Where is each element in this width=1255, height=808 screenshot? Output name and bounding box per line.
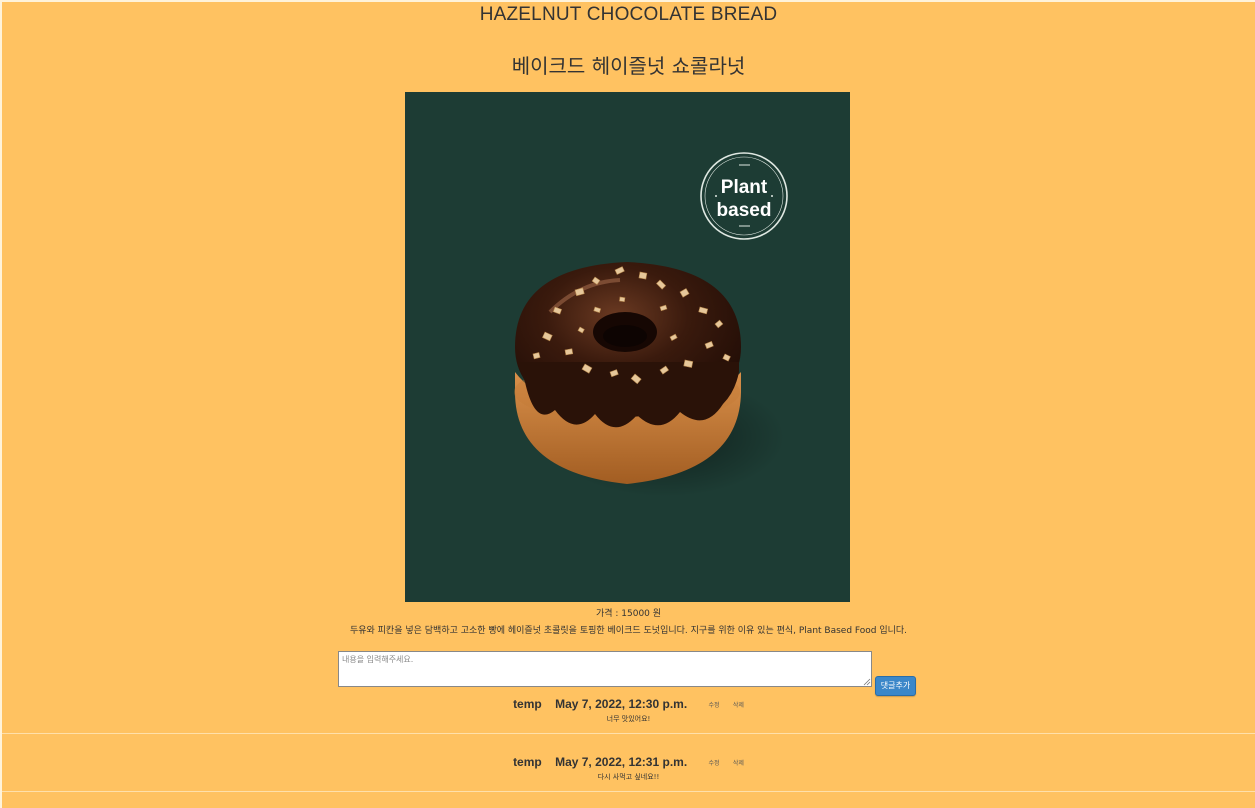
plant-based-badge: Plant based xyxy=(700,152,788,240)
comment-delete-link[interactable]: 삭제 xyxy=(733,703,744,709)
badge-line1: Plant xyxy=(721,177,768,198)
comment-divider xyxy=(2,791,1255,792)
comment-edit-link[interactable]: 수정 xyxy=(709,761,720,767)
comment-edit-link[interactable]: 수정 xyxy=(709,703,720,709)
product-image: Plant based xyxy=(405,92,850,602)
donut-illustration: Plant based xyxy=(514,152,788,497)
comment-body: 다시 사먹고 싶네요!! xyxy=(597,773,660,781)
comment-date: May 7, 2022, 12:30 p.m. xyxy=(555,697,688,711)
badge-line2: based xyxy=(717,200,772,221)
comment-item: temp May 7, 2022, 12:30 p.m. 수정 삭제 너무 맛있… xyxy=(2,697,1255,724)
comment-input[interactable] xyxy=(338,651,872,687)
comment-item: temp May 7, 2022, 12:31 p.m. 수정 삭제 다시 사먹… xyxy=(2,755,1255,782)
comment-header: temp May 7, 2022, 12:30 p.m. 수정 삭제 xyxy=(2,697,1255,711)
resize-grip-icon[interactable] xyxy=(863,678,871,686)
page: HAZELNUT CHOCOLATE BREAD 베이크드 헤이즐넛 쇼콜라넛 xyxy=(0,0,1255,808)
comment-author: temp xyxy=(513,697,542,711)
add-comment-button[interactable]: 댓글추가 xyxy=(875,676,916,696)
comment-date: May 7, 2022, 12:31 p.m. xyxy=(555,755,688,769)
comment-delete-link[interactable]: 삭제 xyxy=(733,761,744,767)
comment-header: temp May 7, 2022, 12:31 p.m. 수정 삭제 xyxy=(2,755,1255,769)
product-title-ko: 베이크드 헤이즐넛 쇼콜라넛 xyxy=(511,54,746,78)
price-text: 가격 : 15000 원 xyxy=(595,609,662,619)
comment-divider xyxy=(2,733,1255,734)
comment-body: 너무 맛있어요! xyxy=(606,715,651,723)
comment-author: temp xyxy=(513,755,542,769)
product-description: 두유와 피칸을 넣은 담백하고 고소한 빵에 헤이즐넛 초콜릿을 토핑한 베이크… xyxy=(349,626,908,636)
product-title-en: HAZELNUT CHOCOLATE BREAD xyxy=(479,4,778,25)
